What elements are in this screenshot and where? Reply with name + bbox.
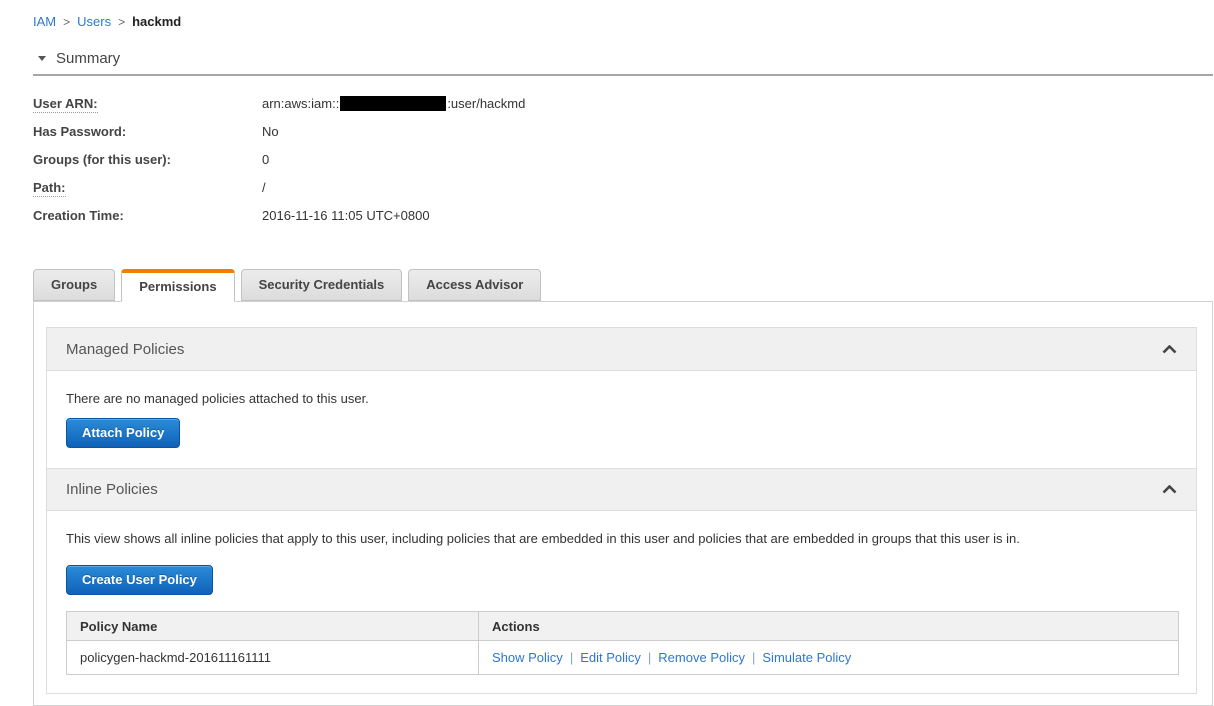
inline-policies-description: This view shows all inline policies that… <box>66 531 1020 546</box>
action-separator: | <box>569 650 574 665</box>
user-arn-label: User ARN: <box>33 95 98 113</box>
field-row-path: Path: / <box>33 173 1213 201</box>
chevron-up-icon <box>1162 484 1177 494</box>
user-arn-value: arn:aws:iam:::user/hackmd <box>262 95 526 111</box>
action-separator: | <box>752 650 756 665</box>
managed-policies-title: Managed Policies <box>66 340 185 358</box>
policy-actions-cell: Show Policy | Edit Policy | Remove Policy | Si… <box>478 640 1179 675</box>
field-row-user-arn: User ARN: arn:aws:iam:::user/hackmd <box>33 89 1213 117</box>
path-value: / <box>262 179 266 195</box>
summary-collapse-toggle[interactable]: Summary <box>38 50 1213 67</box>
inline-policies-collapse-button[interactable] <box>1162 484 1177 494</box>
breadcrumb-separator: > <box>63 15 71 29</box>
user-detail-tabs: Groups Permissions Security Credentials … <box>33 269 1213 302</box>
remove-policy-link[interactable]: Remove Policy <box>658 650 745 665</box>
tab-permissions[interactable]: Permissions <box>121 269 235 302</box>
table-header-row: Policy Name Actions <box>66 611 1179 641</box>
inline-policies-title: Inline Policies <box>66 481 158 498</box>
field-row-groups: Groups (for this user): 0 <box>33 145 1213 173</box>
policy-name-cell: policygen-hackmd-201611161111 <box>66 640 479 675</box>
breadcrumb-link-users[interactable]: Users <box>77 14 111 29</box>
collapse-triangle-icon <box>38 56 46 61</box>
breadcrumb-current-user: hackmd <box>132 14 182 29</box>
field-row-creation-time: Creation Time: 2016-11-16 11:05 UTC+0800 <box>33 201 1213 229</box>
summary-fields: User ARN: arn:aws:iam:::user/hackmd Has … <box>33 89 1213 229</box>
column-header-actions: Actions <box>478 611 1179 641</box>
chevron-up-icon <box>1162 344 1177 353</box>
breadcrumb: IAM > Users > hackmd <box>33 14 1213 29</box>
managed-policies-body: There are no managed policies attached t… <box>47 370 1196 468</box>
attach-policy-button[interactable]: Attach Policy <box>66 418 181 448</box>
breadcrumb-link-iam[interactable]: IAM <box>33 14 56 29</box>
path-label: Path: <box>33 179 66 197</box>
permissions-tab-panel: Managed Policies There are no managed po… <box>33 301 1213 706</box>
table-row: policygen-hackmd-201611161111 Show Polic… <box>66 640 1179 675</box>
groups-label: Groups (for this user): <box>33 151 171 167</box>
has-password-label: Has Password: <box>33 123 127 139</box>
creation-time-label: Creation Time: <box>33 207 124 223</box>
policies-card: Managed Policies There are no managed po… <box>46 327 1197 694</box>
breadcrumb-separator: > <box>118 15 126 29</box>
simulate-policy-link[interactable]: Simulate Policy <box>762 650 851 665</box>
creation-time-value: 2016-11-16 11:05 UTC+0800 <box>262 207 430 223</box>
summary-divider <box>33 74 1213 76</box>
tab-access-advisor[interactable]: Access Advisor <box>408 269 542 301</box>
show-policy-link[interactable]: Show Policy <box>492 650 563 665</box>
field-row-has-password: Has Password: No <box>33 117 1213 145</box>
column-header-policy-name: Policy Name <box>66 611 479 641</box>
redacted-account-id <box>340 95 447 111</box>
create-user-policy-button[interactable]: Create User Policy <box>66 565 213 595</box>
managed-policies-empty-text: There are no managed policies attached t… <box>66 391 369 406</box>
tab-groups[interactable]: Groups <box>33 269 116 301</box>
tab-security-credentials[interactable]: Security Credentials <box>240 269 403 301</box>
summary-title: Summary <box>56 50 121 67</box>
inline-policies-table: Policy Name Actions policygen-hackmd-201… <box>66 611 1179 675</box>
inline-policies-body: This view shows all inline policies that… <box>47 510 1196 693</box>
groups-value: 0 <box>262 151 270 167</box>
managed-policies-collapse-button[interactable] <box>1162 344 1177 354</box>
edit-policy-link[interactable]: Edit Policy <box>580 650 641 665</box>
inline-policies-header: Inline Policies <box>47 468 1196 510</box>
iam-user-page: IAM > Users > hackmd Summary User ARN: arn:a… <box>0 0 1214 706</box>
managed-policies-header: Managed Policies <box>47 328 1196 370</box>
has-password-value: No <box>262 123 279 139</box>
action-separator: | <box>647 650 652 665</box>
